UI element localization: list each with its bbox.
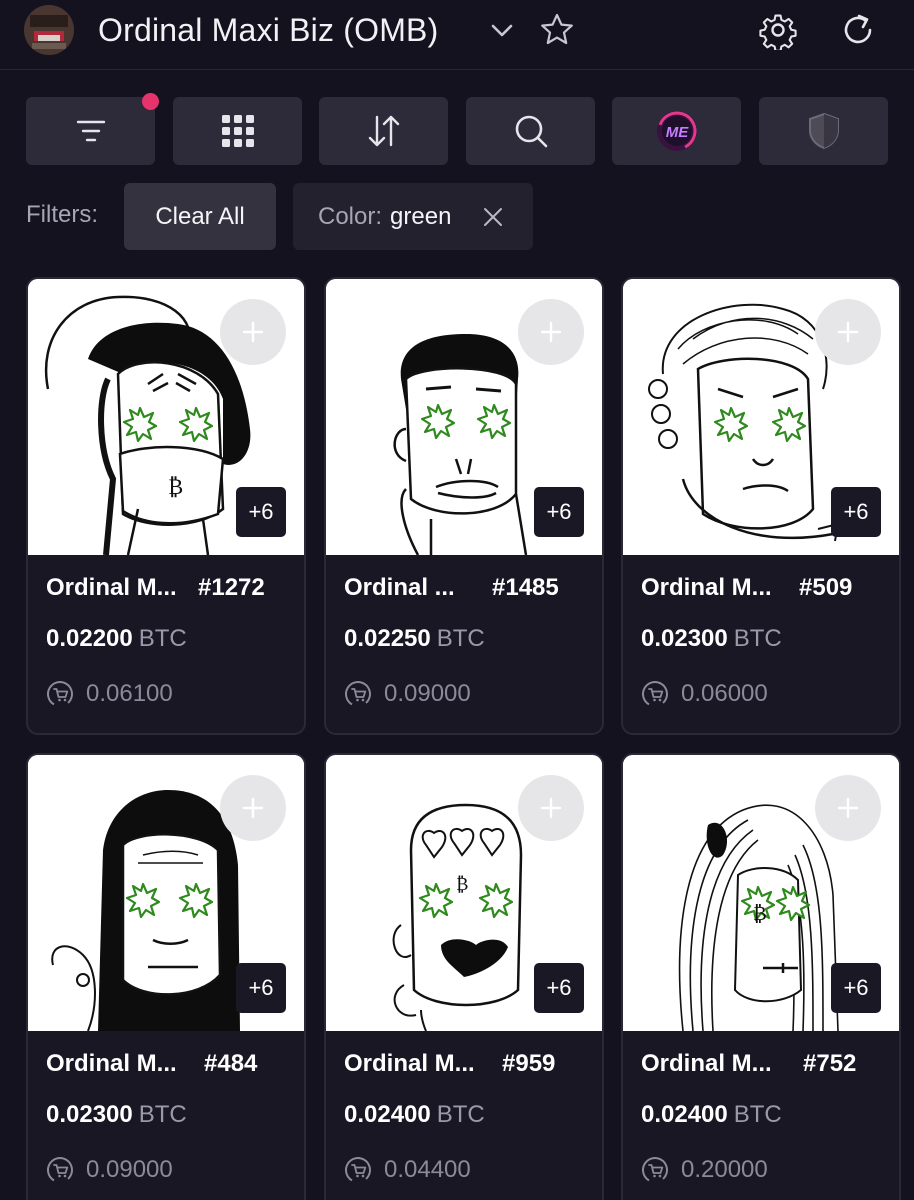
item-price: 0.02250 BTC xyxy=(344,625,485,652)
plus-icon xyxy=(242,797,264,819)
item-price: 0.02300 BTC xyxy=(46,1101,187,1128)
plus-icon xyxy=(540,797,562,819)
item-name: Ordinal M... xyxy=(46,1050,177,1077)
plus-icon xyxy=(837,797,859,819)
item-number: #509 xyxy=(799,574,853,601)
cart-icon xyxy=(641,1156,669,1184)
filter-active-indicator xyxy=(142,93,159,110)
nft-image[interactable]: +6 xyxy=(326,279,602,555)
search-button[interactable] xyxy=(466,97,595,165)
search-icon xyxy=(515,115,547,148)
last-sale: 0.04400 xyxy=(344,1154,471,1186)
refresh-icon[interactable] xyxy=(838,10,878,50)
nft-card[interactable]: +6 Ordinal M... #484 0.02300 BTC 0.09000 xyxy=(26,753,306,1200)
svg-text:₿: ₿ xyxy=(753,903,767,925)
svg-text:₿: ₿ xyxy=(168,474,183,499)
item-name: Ordinal ... xyxy=(344,574,455,601)
nft-image[interactable]: ₿ +6 xyxy=(28,279,304,555)
magic-eden-button[interactable]: ME xyxy=(612,97,741,165)
plus-icon xyxy=(540,321,562,343)
traits-badge[interactable]: +6 xyxy=(534,487,584,537)
last-sale: 0.09000 xyxy=(344,678,471,710)
item-name: Ordinal M... xyxy=(344,1050,475,1077)
cart-icon xyxy=(641,680,669,708)
chevron-down-icon[interactable] xyxy=(482,10,522,50)
traits-badge[interactable]: +6 xyxy=(236,963,286,1013)
clear-all-button[interactable]: Clear All xyxy=(124,183,276,250)
nft-image[interactable]: ₿ +6 xyxy=(623,755,899,1031)
item-name: Ordinal M... xyxy=(641,1050,772,1077)
star-icon[interactable] xyxy=(537,10,577,50)
plus-icon xyxy=(242,321,264,343)
cart-icon xyxy=(46,680,74,708)
add-to-cart-button[interactable] xyxy=(220,299,286,365)
last-sale: 0.06100 xyxy=(46,678,173,710)
item-number: #752 xyxy=(803,1050,857,1077)
filter-button[interactable] xyxy=(26,97,155,165)
collection-header: Ordinal Maxi Biz (OMB) xyxy=(0,0,914,70)
traits-badge[interactable]: +6 xyxy=(831,963,881,1013)
cart-icon xyxy=(344,1156,372,1184)
close-icon[interactable] xyxy=(481,205,505,229)
filter-key: Color: xyxy=(318,202,383,230)
last-sale: 0.20000 xyxy=(641,1154,768,1186)
filter-icon xyxy=(76,120,105,142)
sort-icon xyxy=(368,115,399,147)
grid-view-button[interactable] xyxy=(173,97,302,165)
item-number: #484 xyxy=(204,1050,258,1077)
item-number: #959 xyxy=(502,1050,556,1077)
add-to-cart-button[interactable] xyxy=(518,775,584,841)
shield-icon xyxy=(808,112,839,150)
collection-title: Ordinal Maxi Biz (OMB) xyxy=(98,12,439,48)
nft-card[interactable]: ₿ +6 Ordinal M... #959 0.02400 BTC 0.0440… xyxy=(324,753,604,1200)
traits-badge[interactable]: +6 xyxy=(534,963,584,1013)
filter-value: green xyxy=(390,202,452,230)
nft-card[interactable]: +6 Ordinal ... #1485 0.02250 BTC 0.09000 xyxy=(324,277,604,735)
item-number: #1272 xyxy=(198,574,265,601)
magic-eden-icon: ME xyxy=(656,111,697,151)
sort-button[interactable] xyxy=(319,97,448,165)
item-price: 0.02300 BTC xyxy=(641,625,782,652)
cart-icon xyxy=(344,680,372,708)
verified-shield-button[interactable] xyxy=(759,97,888,165)
traits-badge[interactable]: +6 xyxy=(831,487,881,537)
gear-icon[interactable] xyxy=(758,10,798,50)
svg-text:ME: ME xyxy=(665,124,688,141)
color-filter-chip[interactable]: Color: green xyxy=(293,183,533,250)
nft-image[interactable]: +6 xyxy=(28,755,304,1031)
item-name: Ordinal M... xyxy=(46,574,177,601)
nft-card[interactable]: +6 Ordinal M... #509 0.02300 BTC 0.06000 xyxy=(621,277,901,735)
nft-card[interactable]: ₿ +6 Ordinal M... #752 0.02400 BTC 0.2000… xyxy=(621,753,901,1200)
svg-text:₿: ₿ xyxy=(456,874,468,894)
add-to-cart-button[interactable] xyxy=(815,299,881,365)
item-price: 0.02200 BTC xyxy=(46,625,187,652)
traits-badge[interactable]: +6 xyxy=(236,487,286,537)
grid-icon xyxy=(221,115,254,147)
collection-avatar[interactable] xyxy=(24,5,74,55)
cart-icon xyxy=(46,1156,74,1184)
item-number: #1485 xyxy=(492,574,559,601)
add-to-cart-button[interactable] xyxy=(518,299,584,365)
nft-image[interactable]: +6 xyxy=(623,279,899,555)
last-sale: 0.06000 xyxy=(641,678,768,710)
item-price: 0.02400 BTC xyxy=(344,1101,485,1128)
item-price: 0.02400 BTC xyxy=(641,1101,782,1128)
plus-icon xyxy=(837,321,859,343)
item-name: Ordinal M... xyxy=(641,574,772,601)
filters-label: Filters: xyxy=(26,201,98,228)
add-to-cart-button[interactable] xyxy=(220,775,286,841)
add-to-cart-button[interactable] xyxy=(815,775,881,841)
nft-card[interactable]: ₿ +6 Ordinal M... #1272 0.02200 BTC 0.061… xyxy=(26,277,306,735)
last-sale: 0.09000 xyxy=(46,1154,173,1186)
nft-image[interactable]: ₿ +6 xyxy=(326,755,602,1031)
